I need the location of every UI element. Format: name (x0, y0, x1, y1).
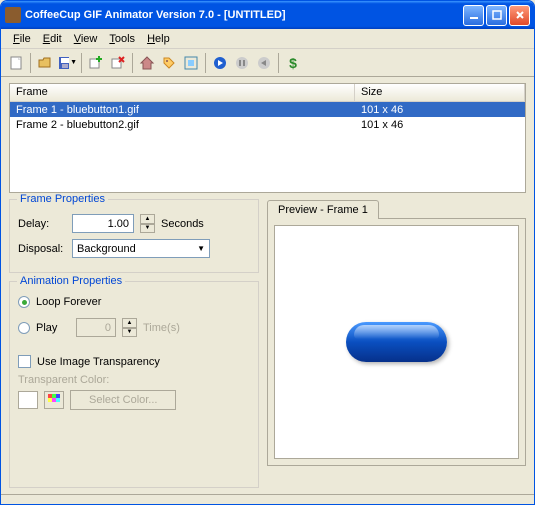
maximize-icon (492, 10, 502, 20)
resize-button[interactable] (180, 52, 202, 74)
open-button[interactable] (34, 52, 56, 74)
content-area: Frame Size Frame 1 - bluebutton1.gif 101… (1, 77, 534, 494)
frame-properties-group: Frame Properties Delay: ▲ ▼ Seconds Disp… (9, 199, 259, 273)
spin-up[interactable]: ▲ (122, 318, 137, 328)
play-count-input (76, 318, 116, 337)
disposal-select[interactable]: Background ▼ (72, 239, 210, 258)
preview-box (267, 218, 526, 466)
cell-size: 101 x 46 (355, 119, 525, 131)
loop-forever-label: Loop Forever (36, 296, 101, 308)
play-radio[interactable] (18, 322, 30, 334)
close-button[interactable] (509, 5, 530, 26)
spin-down[interactable]: ▼ (122, 328, 137, 338)
open-folder-icon (37, 55, 53, 71)
header-frame[interactable]: Frame (10, 84, 355, 101)
delay-input[interactable] (72, 214, 134, 233)
home-button[interactable] (136, 52, 158, 74)
minimize-button[interactable] (463, 5, 484, 26)
separator (205, 53, 206, 73)
right-column: Preview - Frame 1 (267, 199, 526, 488)
select-color-button[interactable]: Select Color... (70, 390, 176, 410)
maximize-button[interactable] (486, 5, 507, 26)
palette-icon (48, 394, 60, 406)
tag-button[interactable] (158, 52, 180, 74)
cell-frame: Frame 2 - bluebutton2.gif (10, 119, 355, 131)
frame-list: Frame Size Frame 1 - bluebutton1.gif 101… (9, 83, 526, 193)
remove-frame-button[interactable] (107, 52, 129, 74)
list-item[interactable]: Frame 2 - bluebutton2.gif 101 x 46 (10, 117, 525, 132)
menu-help[interactable]: Help (141, 31, 176, 47)
titlebar: CoffeeCup GIF Animator Version 7.0 - [UN… (1, 1, 534, 29)
left-column: Frame Properties Delay: ▲ ▼ Seconds Disp… (9, 199, 259, 488)
play-label: Play (36, 322, 70, 334)
separator (81, 53, 82, 73)
delay-unit: Seconds (161, 218, 204, 230)
dollar-icon: $ (289, 55, 297, 71)
app-icon (5, 7, 21, 23)
new-button[interactable] (5, 52, 27, 74)
group-title: Animation Properties (17, 275, 125, 287)
animation-properties-group: Animation Properties Loop Forever Play ▲… (9, 281, 259, 488)
separator (278, 53, 279, 73)
close-icon (515, 10, 525, 20)
remove-frame-icon (110, 55, 126, 71)
transparency-checkbox[interactable] (18, 355, 31, 368)
home-icon (139, 55, 155, 71)
resize-icon (183, 55, 199, 71)
separator (132, 53, 133, 73)
palette-button[interactable] (44, 391, 64, 409)
menu-edit[interactable]: Edit (37, 31, 68, 47)
delay-spinner: ▲ ▼ (140, 214, 155, 233)
app-window: CoffeeCup GIF Animator Version 7.0 - [UN… (0, 0, 535, 505)
new-file-icon (8, 55, 24, 71)
stop-button[interactable] (253, 52, 275, 74)
lower-panel: Frame Properties Delay: ▲ ▼ Seconds Disp… (9, 199, 526, 488)
color-swatch (18, 391, 38, 409)
separator (30, 53, 31, 73)
play-icon (212, 55, 228, 71)
group-title: Frame Properties (17, 193, 108, 205)
preview-canvas (274, 225, 519, 459)
transparency-label: Use Image Transparency (37, 356, 160, 368)
statusbar (1, 494, 534, 504)
save-icon (57, 55, 69, 71)
menu-file[interactable]: File (7, 31, 37, 47)
pause-button[interactable] (231, 52, 253, 74)
cell-size: 101 x 46 (355, 104, 525, 116)
list-header: Frame Size (10, 84, 525, 102)
menu-view[interactable]: View (68, 31, 104, 47)
list-item[interactable]: Frame 1 - bluebutton1.gif 101 x 46 (10, 102, 525, 117)
save-button[interactable]: ▼ (56, 52, 78, 74)
add-frame-icon (88, 55, 104, 71)
buy-button[interactable]: $ (282, 52, 304, 74)
header-size[interactable]: Size (355, 84, 525, 101)
delay-label: Delay: (18, 218, 66, 230)
preview-tab[interactable]: Preview - Frame 1 (267, 200, 379, 219)
stop-icon (256, 55, 272, 71)
menubar: File Edit View Tools Help (1, 29, 534, 49)
play-unit: Time(s) (143, 322, 180, 334)
minimize-icon (469, 10, 479, 20)
spin-up[interactable]: ▲ (140, 214, 155, 224)
toolbar: ▼ $ (1, 49, 534, 77)
chevron-down-icon: ▼ (197, 244, 205, 253)
disposal-value: Background (77, 243, 136, 255)
menu-tools[interactable]: Tools (103, 31, 141, 47)
spin-down[interactable]: ▼ (140, 224, 155, 234)
play-button[interactable] (209, 52, 231, 74)
add-frame-button[interactable] (85, 52, 107, 74)
disposal-label: Disposal: (18, 243, 66, 255)
pause-icon (234, 55, 250, 71)
cell-frame: Frame 1 - bluebutton1.gif (10, 104, 355, 116)
preview-image (346, 322, 447, 362)
loop-forever-radio[interactable] (18, 296, 30, 308)
window-title: CoffeeCup GIF Animator Version 7.0 - [UN… (25, 9, 461, 21)
tag-icon (161, 55, 177, 71)
transparent-color-label: Transparent Color: (18, 374, 250, 386)
play-spinner: ▲ ▼ (122, 318, 137, 337)
